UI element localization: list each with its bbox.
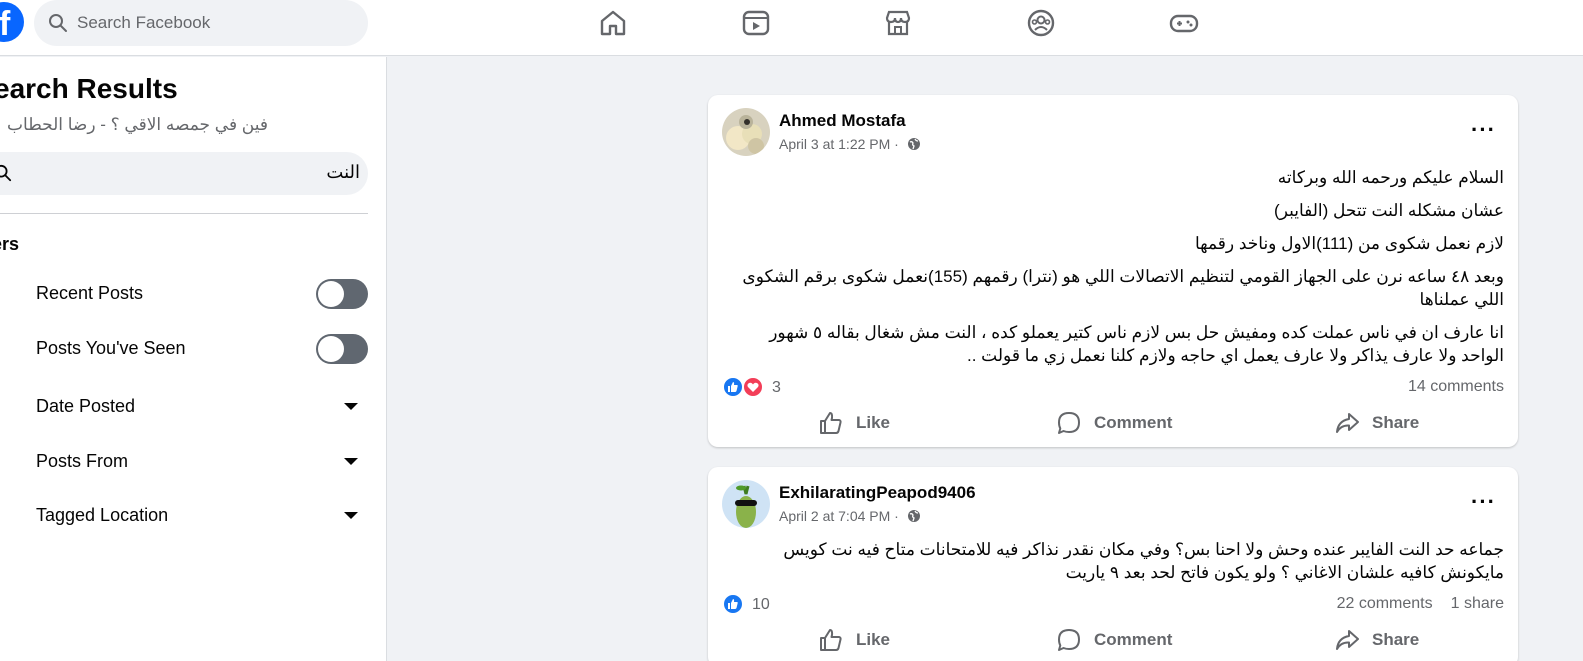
filter-label: Posts You've Seen (36, 338, 186, 358)
search-filters-sidebar: earch Results فين في جمصه الاقي ؟ - رضا … (0, 57, 387, 661)
share-button[interactable]: Share (1334, 620, 1444, 660)
share-icon (1336, 413, 1359, 433)
divider (0, 213, 368, 214)
post-options-icon[interactable]: ··· (1471, 117, 1496, 143)
share-label: Share (1372, 630, 1420, 649)
like-label: Like (856, 413, 891, 432)
reaction-count: 3 (772, 379, 781, 396)
share-label: Share (1372, 413, 1420, 432)
filter-label: Posts From (36, 451, 129, 471)
like-reaction-icon (722, 593, 744, 615)
search-query-value: النت (326, 162, 360, 182)
filters-heading: ters (0, 234, 20, 254)
video-icon[interactable] (739, 6, 773, 40)
post-paragraph: السلام عليكم ورحمه الله وبركاته (1277, 168, 1504, 187)
like-reaction-icon (722, 376, 744, 398)
comment-count[interactable]: 22 comments (1337, 595, 1433, 612)
post-body: السلام عليكم ورحمه الله وبركاته عشان مشك… (724, 166, 1504, 377)
post-time-text: April 2 at 7:04 PM · (779, 508, 903, 524)
filter-recent-posts[interactable]: Recent Posts (36, 273, 368, 313)
post-actions: Like Comment Share (708, 620, 1518, 660)
post-timestamp[interactable]: April 2 at 7:04 PM · (779, 508, 921, 524)
like-button[interactable]: Like (818, 620, 918, 660)
share-count[interactable]: 1 share (1451, 595, 1504, 612)
filter-label: Tagged Location (36, 505, 169, 525)
love-reaction-icon (742, 376, 764, 398)
reactions-summary[interactable]: 3 (722, 376, 802, 400)
filter-label: Date Posted (36, 396, 136, 416)
global-search-input[interactable]: Search Facebook (34, 0, 368, 46)
post-body: جماعه حد النت الفايبر عنده وحش ولا احنا … (724, 538, 1504, 594)
avatar[interactable] (722, 480, 770, 528)
home-icon[interactable] (596, 6, 630, 40)
post-paragraph: جماعه حد النت الفايبر عنده وحش ولا احنا … (783, 540, 1504, 582)
thumbs-up-icon (820, 629, 842, 651)
comment-icon (1058, 412, 1080, 434)
post-options-icon[interactable]: ··· (1471, 489, 1496, 515)
share-icon (1336, 630, 1359, 650)
search-icon (0, 164, 12, 182)
comment-button[interactable]: Comment (1056, 620, 1186, 660)
filter-posts-youve-seen[interactable]: Posts You've Seen (36, 328, 368, 368)
posts-seen-toggle[interactable] (316, 334, 368, 364)
post-card: ExhilaratingPeapod9406 April 2 at 7:04 P… (708, 467, 1518, 661)
globe-icon (907, 138, 920, 150)
reactions-summary[interactable]: 10 (722, 593, 782, 617)
comment-button[interactable]: Comment (1056, 403, 1186, 443)
post-author[interactable]: ExhilaratingPeapod9406 (779, 483, 976, 503)
groups-icon[interactable] (1024, 6, 1058, 40)
caret-down-icon (344, 458, 358, 465)
like-label: Like (856, 630, 891, 649)
post-time-text: April 3 at 1:22 PM · (779, 136, 903, 152)
post-paragraph: عشان مشكله النت تتحل (الفايبر) (1274, 201, 1504, 220)
comment-count[interactable]: 14 comments (1408, 378, 1504, 395)
post-stats[interactable]: 14 comments (1390, 378, 1504, 396)
share-button[interactable]: Share (1334, 403, 1444, 443)
marketplace-icon[interactable] (881, 6, 915, 40)
gaming-icon[interactable] (1167, 6, 1201, 40)
thumbs-up-icon (820, 412, 842, 434)
post-author[interactable]: Ahmed Mostafa (779, 111, 906, 131)
search-query-input[interactable]: النت (0, 152, 368, 195)
globe-icon (907, 510, 920, 522)
page-title: earch Results (0, 73, 178, 104)
filter-tagged-location[interactable]: Tagged Location (36, 495, 368, 535)
comment-label: Comment (1094, 630, 1173, 649)
search-subtitle-text: فين في جمصه الاقي ؟ - رضا الحطاب (7, 115, 268, 134)
caret-down-icon (344, 512, 358, 519)
reaction-count: 10 (752, 596, 770, 613)
like-button[interactable]: Like (818, 403, 918, 443)
top-navigation-bar: f Search Facebook (0, 0, 1583, 56)
search-placeholder: Search Facebook (77, 13, 211, 32)
filter-posts-from[interactable]: Posts From (36, 441, 368, 481)
comment-label: Comment (1094, 413, 1173, 432)
caret-down-icon (344, 403, 358, 410)
post-stats[interactable]: 22 comments 1 share (1319, 595, 1504, 613)
post-paragraph: انا عارف ان في ناس عملت كده ومفيش حل بس … (769, 323, 1504, 365)
post-card: Ahmed Mostafa April 3 at 1:22 PM · ··· ا… (708, 95, 1518, 447)
post-paragraph: لازم نعمل شكوى من (111)الاول وناخد رقمها (1194, 234, 1504, 253)
post-paragraph: وبعد ٤٨ ساعه نرن على الجهاز القومي لتنظي… (742, 267, 1504, 309)
filter-label: Recent Posts (36, 283, 144, 303)
facebook-logo-icon[interactable]: f (0, 2, 24, 42)
search-icon (49, 14, 67, 32)
avatar[interactable] (722, 108, 770, 156)
search-subtitle: فين في جمصه الاقي ؟ - رضا الحطاب (0, 115, 268, 135)
recent-posts-toggle[interactable] (316, 279, 368, 309)
post-actions: Like Comment Share (708, 403, 1518, 443)
filter-date-posted[interactable]: Date Posted (36, 386, 368, 426)
comment-icon (1058, 629, 1080, 651)
post-timestamp[interactable]: April 3 at 1:22 PM · (779, 136, 921, 152)
